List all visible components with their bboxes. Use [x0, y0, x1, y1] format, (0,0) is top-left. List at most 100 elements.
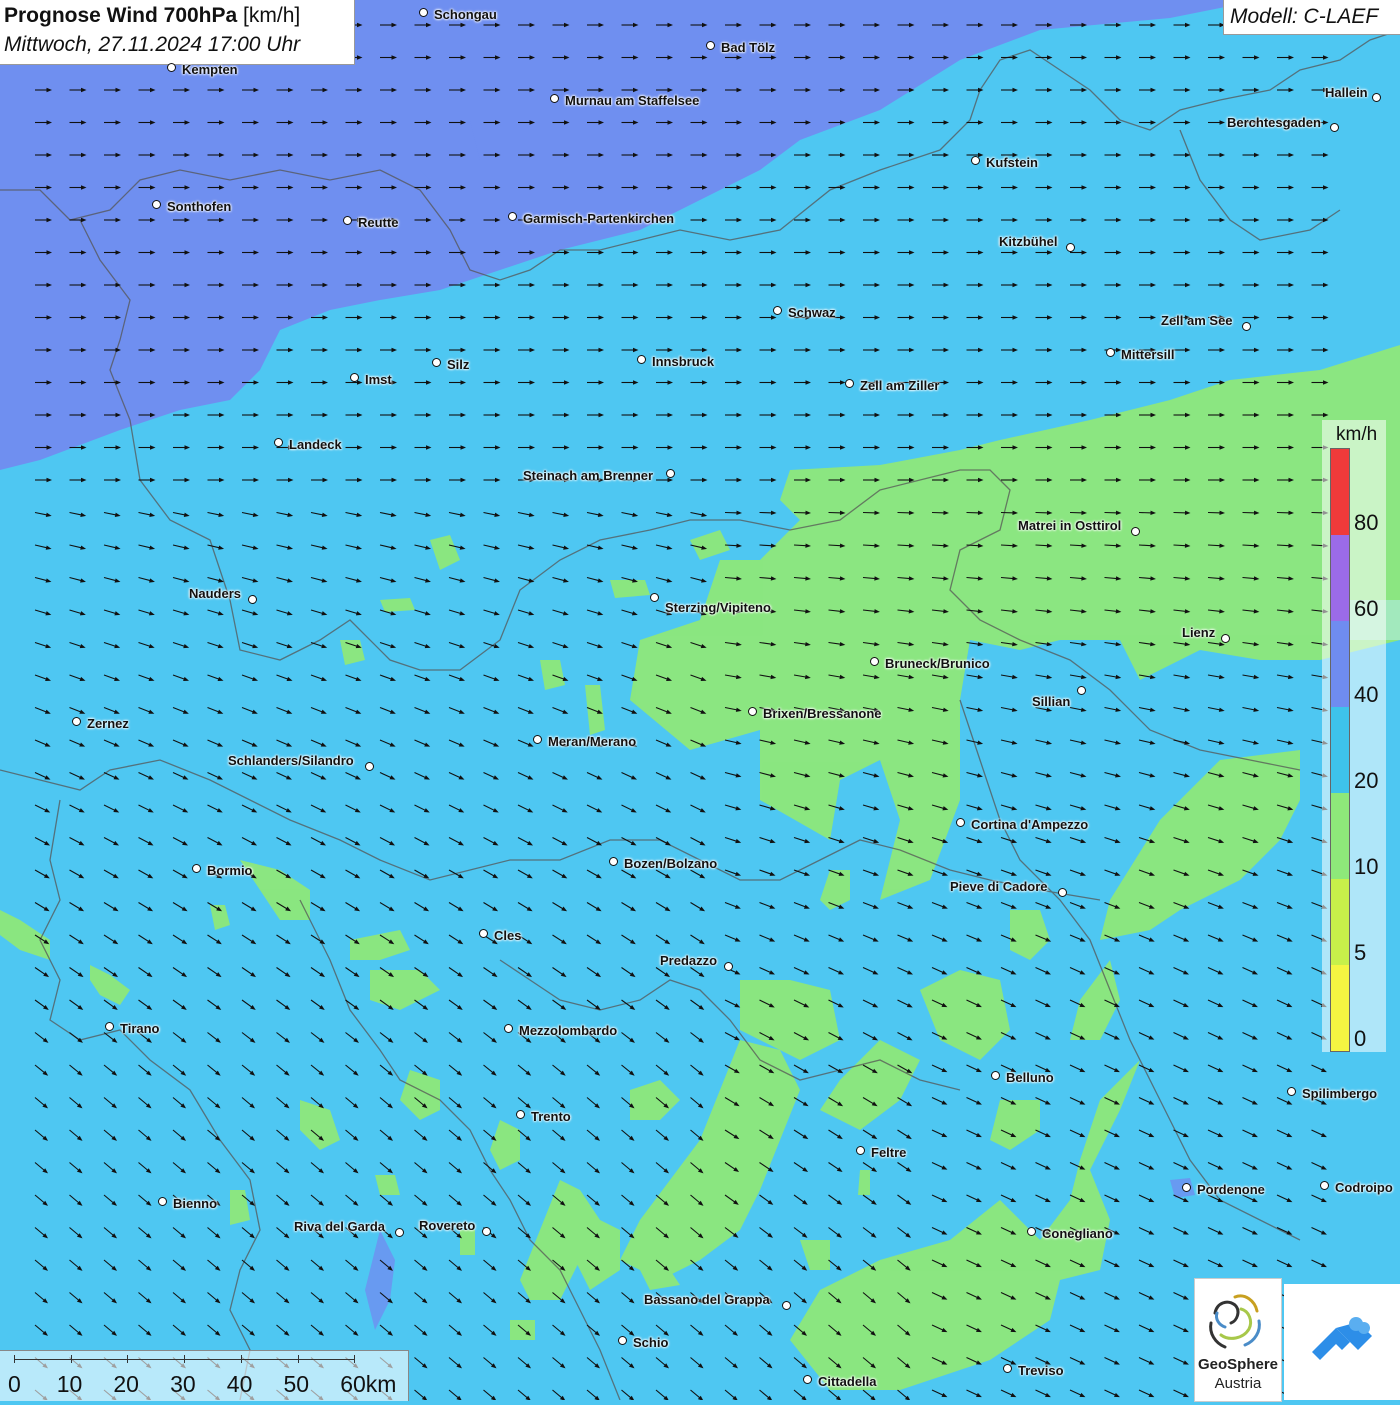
- scale-tick: [71, 1355, 72, 1363]
- city-label: Murnau am Staffelsee: [565, 93, 699, 108]
- city-marker: [724, 962, 733, 971]
- scale-tick: [354, 1355, 355, 1363]
- legend-tick-label: 40: [1354, 682, 1378, 708]
- city-marker: [395, 1228, 404, 1237]
- city-marker: [248, 595, 257, 604]
- city-label: Lienz: [1182, 625, 1215, 640]
- city-label: Pordenone: [1197, 1182, 1265, 1197]
- forecast-datetime: Mittwoch, 27.11.2024 17:00 Uhr: [4, 33, 300, 57]
- city-label: Sillian: [1032, 694, 1070, 709]
- city-marker: [167, 63, 176, 72]
- city-marker: [650, 593, 659, 602]
- city-label: Landeck: [289, 437, 342, 452]
- city-marker: [419, 8, 428, 17]
- city-marker: [870, 657, 879, 666]
- city-marker: [856, 1146, 865, 1155]
- city-label: Meran/Merano: [548, 734, 636, 749]
- city-marker: [1182, 1183, 1191, 1192]
- city-marker: [365, 762, 374, 771]
- geosphere-logo: GeoSphere Austria: [1194, 1278, 1282, 1402]
- city-marker: [343, 216, 352, 225]
- geosphere-name: GeoSphere: [1195, 1356, 1281, 1373]
- city-label: Garmisch-Partenkirchen: [523, 211, 674, 226]
- scale-bar: 0102030405060km: [0, 1350, 409, 1401]
- app-logo-icon: [1284, 1284, 1400, 1400]
- city-marker: [482, 1227, 491, 1236]
- city-marker: [516, 1110, 525, 1119]
- city-label: Hallein: [1325, 85, 1368, 100]
- city-marker: [152, 200, 161, 209]
- city-marker: [72, 717, 81, 726]
- scale-tick: [184, 1355, 185, 1363]
- city-marker: [479, 929, 488, 938]
- city-label: Reutte: [358, 215, 398, 230]
- title-box: Prognose Wind 700hPa [km/h] Mittwoch, 27…: [0, 0, 355, 65]
- scale-label: 30: [170, 1371, 196, 1398]
- city-marker: [971, 156, 980, 165]
- city-marker: [1372, 93, 1381, 102]
- city-marker: [1077, 686, 1086, 695]
- city-marker: [991, 1071, 1000, 1080]
- city-label: Riva del Garda: [294, 1219, 385, 1234]
- legend-tick-label: 0: [1354, 1026, 1366, 1052]
- city-label: Kitzbühel: [999, 234, 1058, 249]
- city-label: Schio: [633, 1335, 668, 1350]
- legend-color-segment: [1331, 449, 1349, 535]
- city-marker: [803, 1375, 812, 1384]
- city-marker: [1003, 1364, 1012, 1373]
- city-marker: [432, 358, 441, 367]
- scale-label: 40: [227, 1371, 253, 1398]
- city-marker: [782, 1301, 791, 1310]
- city-label: Cortina d'Ampezzo: [971, 817, 1088, 832]
- legend-color-segment: [1331, 793, 1349, 879]
- city-label: Bienno: [173, 1196, 217, 1211]
- city-label: Bad Tölz: [721, 40, 775, 55]
- city-label: Innsbruck: [652, 354, 714, 369]
- app-logo: [1284, 1284, 1400, 1400]
- city-label: Zell am See: [1161, 313, 1233, 328]
- city-marker: [158, 1197, 167, 1206]
- legend-color-segment: [1331, 879, 1349, 965]
- city-label: Feltre: [871, 1145, 906, 1160]
- city-label: Schlanders/Silandro: [228, 753, 354, 768]
- city-marker: [1027, 1227, 1036, 1236]
- legend-color-segment: [1331, 621, 1349, 707]
- city-label: Sonthofen: [167, 199, 231, 214]
- city-label: Spilimbergo: [1302, 1086, 1377, 1101]
- legend-tick-label: 5: [1354, 940, 1366, 966]
- city-label: Predazzo: [660, 953, 717, 968]
- city-label: Bruneck/Brunico: [885, 656, 990, 671]
- city-marker: [956, 818, 965, 827]
- city-label: Mittersill: [1121, 347, 1174, 362]
- city-label: Silz: [447, 357, 469, 372]
- city-label: Rovereto: [419, 1218, 475, 1233]
- legend-color-segment: [1331, 535, 1349, 621]
- city-label: Zernez: [87, 716, 129, 731]
- map-title-main: Prognose Wind 700hPa: [4, 4, 237, 27]
- city-label: Zell am Ziller: [860, 378, 939, 393]
- city-label: Trento: [531, 1109, 571, 1124]
- city-marker: [504, 1024, 513, 1033]
- city-marker: [1221, 634, 1230, 643]
- city-label: Codroipo: [1335, 1180, 1393, 1195]
- legend-tick-label: 80: [1354, 510, 1378, 536]
- scale-tick: [14, 1355, 15, 1363]
- legend-tick-label: 20: [1354, 768, 1378, 794]
- city-marker: [105, 1022, 114, 1031]
- city-label: Cittadella: [818, 1374, 877, 1389]
- scale-label: 50: [284, 1371, 310, 1398]
- city-marker: [1242, 322, 1251, 331]
- legend-bar: [1330, 448, 1350, 1052]
- city-label: Bassano del Grappa: [644, 1292, 770, 1307]
- city-marker: [1287, 1087, 1296, 1096]
- scale-label: 60km: [340, 1371, 396, 1398]
- city-label: Steinach am Brenner: [523, 468, 653, 483]
- city-label: Conegliano: [1042, 1226, 1113, 1241]
- city-label: Bozen/Bolzano: [624, 856, 717, 871]
- city-marker: [773, 306, 782, 315]
- scale-label: 0: [8, 1371, 21, 1398]
- geosphere-subtitle: Austria: [1195, 1375, 1281, 1392]
- city-marker: [550, 94, 559, 103]
- city-marker: [508, 212, 517, 221]
- color-legend: km/h 051020406080: [1322, 420, 1386, 1052]
